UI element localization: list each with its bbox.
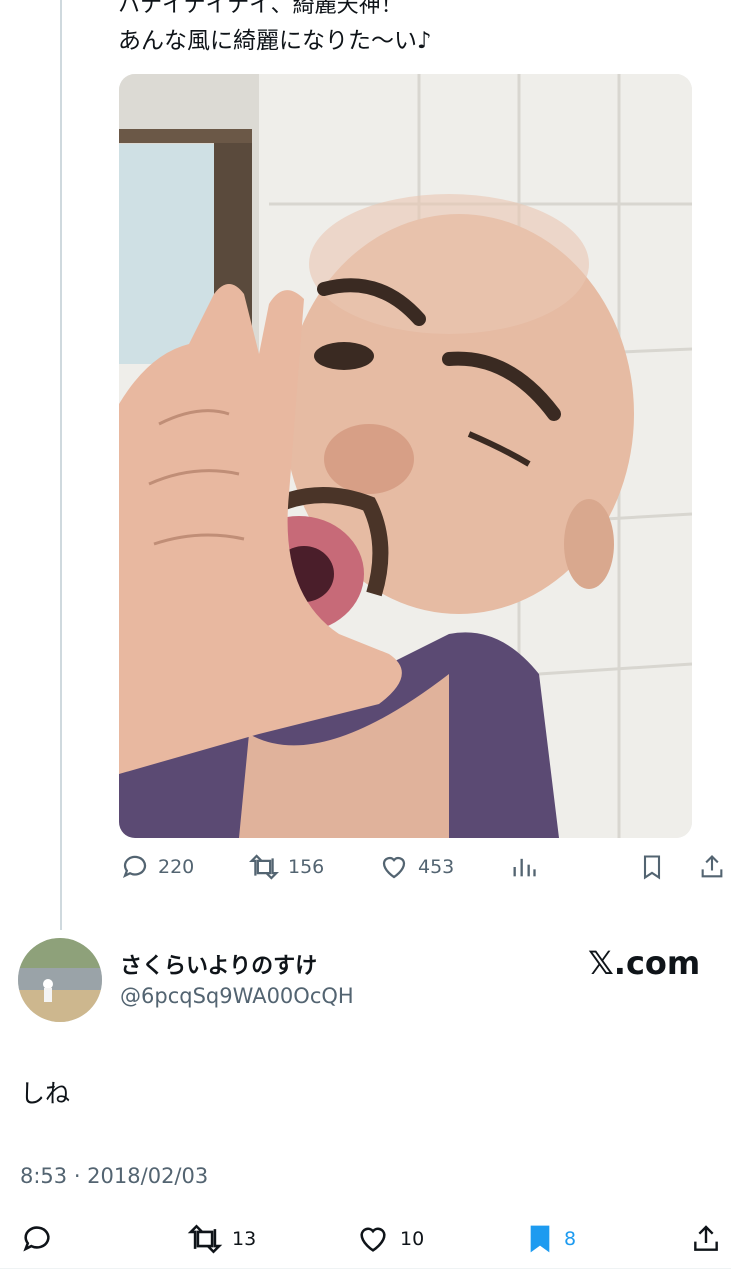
bookmark-button[interactable] [638,852,666,882]
bookmark-icon [638,852,666,882]
like-button[interactable]: 453 [378,852,454,882]
reply-avatar[interactable] [18,938,102,1022]
bookmark-filled-icon [524,1222,556,1256]
reply-bookmark-button[interactable]: 8 [524,1222,576,1256]
bottom-divider [0,1268,731,1269]
x-logo: 𝕏.com [588,944,701,982]
photo-illustration [119,74,692,838]
tweet-photo[interactable] [119,74,692,838]
tweet-action-bar: 220 156 453 [0,852,731,892]
tweet-text: あんな風に綺麗になりた〜い♪ [118,28,432,54]
reply-timestamp[interactable]: 8:53 · 2018/02/03 [20,1164,208,1188]
share-icon [690,1222,722,1256]
views-button[interactable] [510,852,538,882]
retweet-icon [248,852,280,882]
reply-icon [120,852,150,882]
like-count: 453 [418,856,455,878]
views-icon [510,852,538,882]
reply-bookmark-count: 8 [564,1228,577,1250]
thread-line [60,0,62,930]
reply-like-button[interactable]: 10 [354,1222,424,1256]
reply-author-handle[interactable]: @6pcqSq9WA00OcQH [120,984,354,1008]
tweet-text-cut: ハナイナイナイ、綺麗天神！ [118,0,403,14]
reply-button[interactable]: 220 [120,852,194,882]
reply-author-name[interactable]: さくらいよりのすけ [120,948,317,980]
avatar-image [18,938,102,1022]
reply-reply-button[interactable] [20,1222,54,1256]
share-button[interactable] [698,852,726,882]
reply-like-count: 10 [400,1228,425,1250]
reply-retweet-button[interactable]: 13 [186,1222,256,1256]
retweet-count: 156 [288,856,325,878]
reply-retweet-count: 13 [232,1228,257,1250]
retweet-icon [186,1222,224,1256]
reply-text: しね [20,1079,71,1108]
reply-share-button[interactable] [690,1222,722,1256]
like-icon [354,1222,392,1256]
like-icon [378,852,410,882]
reply-count: 220 [158,856,195,878]
reply-icon [20,1222,54,1256]
reply-action-bar: 13 10 8 [0,1222,731,1262]
retweet-button[interactable]: 156 [248,852,324,882]
share-icon [698,852,726,882]
